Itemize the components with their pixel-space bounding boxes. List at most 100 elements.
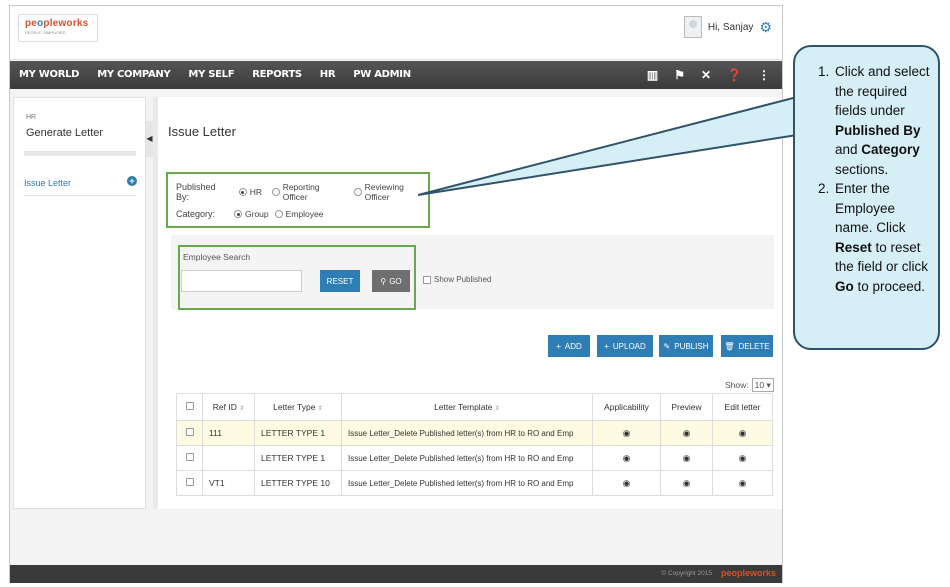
table-header-row: Ref ID ⇕ Letter Type ⇕ Letter Template ⇕… (176, 393, 773, 421)
nav-icon-group: ▥ ⚑ ✕ ❓ ⋮ (647, 61, 770, 89)
row-select[interactable] (176, 420, 203, 446)
edit-letter-cell[interactable]: ◉ (712, 420, 773, 446)
row-checkbox[interactable] (185, 478, 194, 486)
col-letter-type[interactable]: Letter Type ⇕ (254, 393, 342, 421)
letter-template-cell: Issue Letter_Delete Published letter(s) … (341, 470, 593, 496)
add-button[interactable]: + ADD (548, 335, 590, 357)
radio-icon[interactable] (274, 210, 283, 218)
select-all-header[interactable] (176, 393, 203, 421)
edit-letter-cell[interactable]: ◉ (712, 445, 773, 471)
eye-icon[interactable]: ◉ (739, 453, 747, 463)
plus-circle-icon[interactable]: + (127, 176, 137, 186)
eye-icon[interactable]: ◉ (683, 478, 691, 488)
radio-label: Group (245, 209, 269, 219)
show-published-toggle[interactable]: Show Published (423, 275, 491, 284)
col-label: Applicability (604, 402, 649, 412)
flag-icon[interactable]: ⚑ (674, 68, 685, 82)
table-row[interactable]: LETTER TYPE 1 Issue Letter_Delete Publis… (176, 445, 773, 471)
ref-id-cell: VT1 (202, 470, 255, 496)
preview-cell[interactable]: ◉ (660, 420, 713, 446)
upload-button-label: UPLOAD (612, 341, 646, 351)
nav-my-company[interactable]: MY COMPANY (88, 61, 179, 89)
preview-cell[interactable]: ◉ (660, 445, 713, 471)
sort-icon[interactable]: ⇕ (239, 406, 244, 412)
row-select[interactable] (176, 470, 203, 496)
employee-search-input[interactable] (181, 270, 302, 292)
letter-type-cell: LETTER TYPE 1 (254, 420, 342, 446)
publish-button[interactable]: ✎ PUBLISH (659, 335, 713, 357)
radio-icon[interactable] (234, 210, 242, 218)
row-select[interactable] (176, 445, 203, 471)
instruction-step-1: Click and select the required fields und… (833, 62, 933, 179)
eye-icon[interactable]: ◉ (623, 428, 631, 438)
sort-icon[interactable]: ⇕ (318, 406, 323, 412)
employee-search-label: Employee Search (183, 252, 251, 262)
nav-hr[interactable]: HR (311, 61, 344, 89)
preview-cell[interactable]: ◉ (660, 470, 713, 496)
plus-icon: + (604, 341, 609, 351)
eye-icon[interactable]: ◉ (683, 453, 691, 463)
sidebar-item-label: Issue Letter (24, 178, 72, 188)
go-button[interactable]: ⚲ GO (372, 270, 410, 292)
tools-icon[interactable]: ✕ (701, 68, 711, 82)
show-published-checkbox[interactable] (423, 275, 431, 284)
user-menu[interactable]: Hi, Sanjay ⚙ (683, 16, 772, 38)
logo-tagline: PEOPLE. SIMPLIFIED. (25, 30, 67, 35)
radio-reporting-officer[interactable]: Reporting Officer (271, 182, 344, 202)
search-icon: ⚲ (380, 276, 387, 286)
logo-part: pe (25, 18, 38, 29)
radio-hr[interactable]: HR (238, 187, 262, 197)
radio-employee[interactable]: Employee (274, 209, 323, 219)
book-icon[interactable]: ▥ (647, 68, 658, 82)
col-ref-id[interactable]: Ref ID ⇕ (202, 393, 255, 421)
col-applicability: Applicability (592, 393, 661, 421)
edit-letter-cell[interactable]: ◉ (712, 470, 773, 496)
gear-icon[interactable]: ⚙ (759, 19, 772, 36)
delete-button[interactable]: 🗑 DELETE (721, 335, 773, 357)
user-greeting[interactable]: Hi, Sanjay (708, 22, 754, 33)
reset-button[interactable]: RESET (320, 270, 360, 292)
page-size-select[interactable]: 10 ▾ (751, 378, 774, 392)
copyright-text: © Copyright 2015 (661, 570, 712, 577)
applicability-cell[interactable]: ◉ (592, 420, 661, 446)
top-header: peopleworks PEOPLE. SIMPLIFIED. Hi, Sanj… (10, 6, 782, 60)
col-letter-template[interactable]: Letter Template ⇕ (341, 393, 593, 421)
col-label: Letter Type (273, 402, 316, 412)
upload-button[interactable]: + UPLOAD (597, 335, 653, 357)
row-checkbox[interactable] (185, 453, 194, 461)
radio-label: HR (249, 187, 262, 197)
add-button-label: ADD (564, 341, 582, 351)
radio-icon[interactable] (271, 188, 280, 196)
sidebar-item-issue-letter[interactable]: Issue Letter + (24, 174, 137, 196)
radio-icon[interactable] (238, 188, 247, 196)
eye-icon[interactable]: ◉ (683, 428, 691, 438)
nav-pw-admin[interactable]: PW ADMIN (344, 61, 420, 89)
nav-reports[interactable]: REPORTS (243, 61, 311, 89)
show-published-label: Show Published (434, 275, 492, 284)
col-edit-letter: Edit letter (712, 393, 773, 421)
eye-icon[interactable]: ◉ (623, 453, 631, 463)
radio-reviewing-officer[interactable]: Reviewing Officer (353, 182, 428, 202)
select-all-checkbox[interactable] (185, 402, 194, 410)
table-row[interactable]: 111 LETTER TYPE 1 Issue Letter_Delete Pu… (176, 420, 773, 446)
category-row: Category: Group Employee (176, 209, 323, 219)
peopleworks-logo[interactable]: peopleworks PEOPLE. SIMPLIFIED. (18, 14, 98, 42)
nav-my-self[interactable]: MY SELF (179, 61, 243, 89)
table-row[interactable]: VT1 LETTER TYPE 10 Issue Letter_Delete P… (176, 470, 773, 496)
sidebar-collapse-handle[interactable]: ◀ (146, 121, 153, 157)
radio-group[interactable]: Group (234, 209, 269, 219)
applicability-cell[interactable]: ◉ (592, 470, 661, 496)
page-title: Issue Letter (168, 124, 236, 139)
nav-my-world[interactable]: MY WORLD (10, 61, 88, 89)
avatar[interactable] (683, 16, 702, 38)
eye-icon[interactable]: ◉ (739, 478, 747, 488)
radio-icon[interactable] (353, 188, 362, 196)
eye-icon[interactable]: ◉ (623, 478, 631, 488)
sort-icon[interactable]: ⇕ (495, 406, 500, 412)
help-icon[interactable]: ❓ (727, 68, 742, 82)
eye-icon[interactable]: ◉ (739, 428, 747, 438)
sidebar-section-title: Generate Letter (26, 127, 104, 139)
row-checkbox[interactable] (185, 428, 194, 436)
applicability-cell[interactable]: ◉ (592, 445, 661, 471)
share-icon[interactable]: ⋮ (758, 68, 770, 82)
